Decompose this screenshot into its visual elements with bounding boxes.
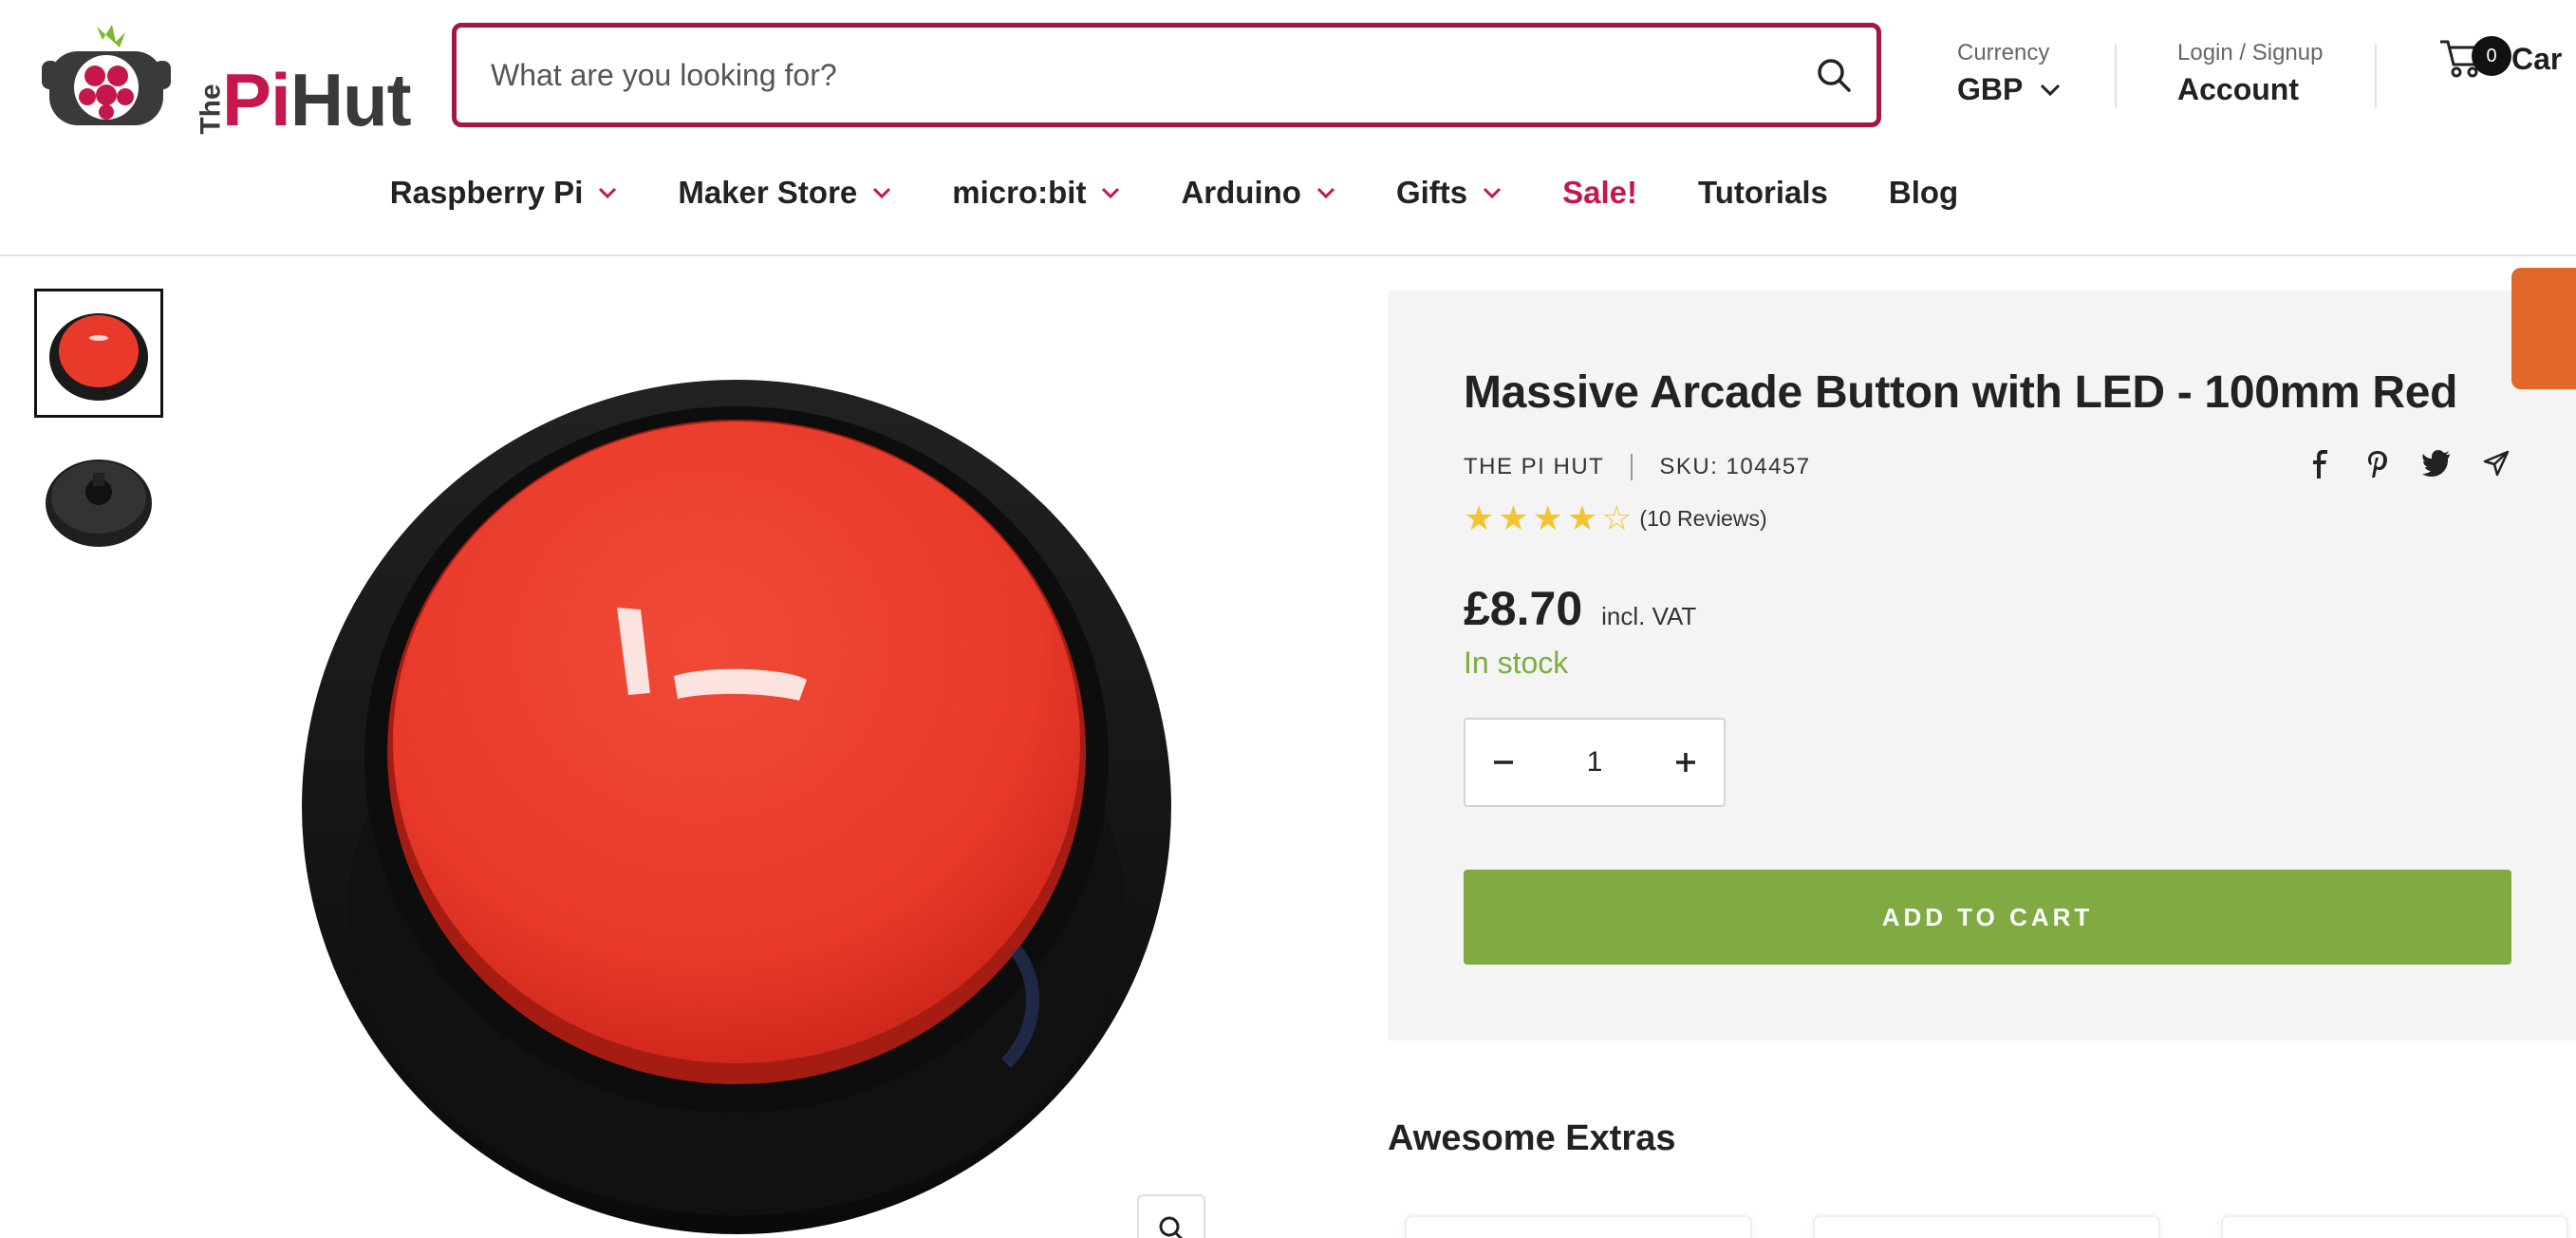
- chevron-down-icon: [873, 187, 891, 198]
- product-rating[interactable]: ★ ★ ★ ★ ☆ (10 Reviews): [1464, 501, 1767, 535]
- currency-value: GBP: [1957, 72, 2024, 106]
- extras-card[interactable]: [2221, 1215, 2568, 1238]
- product-thumbnail-1[interactable]: [34, 289, 163, 418]
- arcade-button-image: [302, 380, 1171, 1234]
- site-logo[interactable]: The PiHut: [42, 19, 412, 141]
- currency-selector[interactable]: Currency GBP: [1957, 40, 2061, 107]
- chevron-down-icon: [2041, 84, 2061, 96]
- nav-item-label: Blog: [1888, 175, 1959, 210]
- product-main-image[interactable]: [275, 342, 1224, 1238]
- nav-item-blog[interactable]: Blog: [1889, 159, 1958, 226]
- chevron-down-icon: [1102, 187, 1120, 198]
- main-nav: Raspberry Pi Maker Store micro:bit Arduino G…: [0, 159, 2576, 226]
- nav-item-label: Raspberry Pi: [389, 175, 584, 210]
- nav-item-sale[interactable]: Sale!: [1562, 159, 1637, 226]
- share-buttons: [2308, 450, 2510, 478]
- product-thumbnail-2[interactable]: [34, 433, 163, 562]
- send-icon[interactable]: [2483, 450, 2510, 477]
- product-title: Massive Arcade Button with LED - 100mm R…: [1464, 367, 2458, 418]
- add-to-cart-button[interactable]: ADD TO CART: [1464, 870, 2511, 965]
- product-vendor[interactable]: THE PI HUT: [1464, 454, 1604, 480]
- meta-separator: [1631, 454, 1633, 480]
- logo-wordmark: PiHut: [222, 57, 412, 143]
- nav-item-label: Maker Store: [678, 175, 858, 210]
- awesome-extras-heading: Awesome Extras: [1388, 1118, 1676, 1158]
- nav-item-gifts[interactable]: Gifts: [1396, 159, 1502, 226]
- header-divider: [2375, 44, 2377, 108]
- nav-item-label: micro:bit: [952, 175, 1087, 210]
- star-full-icon: ★: [1566, 498, 1598, 537]
- nav-item-arduino[interactable]: Arduino: [1181, 159, 1335, 226]
- nav-item-label: Sale!: [1562, 175, 1637, 210]
- vat-label: incl. VAT: [1601, 602, 1697, 630]
- product-price: £8.70: [1464, 582, 1583, 635]
- account-link[interactable]: Login / Signup Account: [2177, 40, 2323, 107]
- plus-icon[interactable]: [1674, 751, 1697, 774]
- cart-link[interactable]: 0 Car: [2437, 32, 2562, 80]
- product-thumbnail-image: [49, 313, 148, 401]
- minus-icon[interactable]: [1492, 751, 1515, 774]
- zoom-icon: [1159, 1216, 1184, 1238]
- currency-value-row: GBP: [1957, 72, 2061, 107]
- quantity-stepper: 1: [1464, 718, 1726, 807]
- search-icon: [1818, 59, 1851, 92]
- star-full-icon: ★: [1464, 498, 1495, 537]
- raspberry-logo-icon: [42, 25, 171, 125]
- product-sku: SKU: 104457: [1659, 454, 1811, 479]
- facebook-icon[interactable]: [2308, 450, 2333, 478]
- cart-count-badge: 0: [2472, 36, 2511, 76]
- extras-card[interactable]: [1405, 1215, 1752, 1238]
- chevron-down-icon: [599, 187, 617, 198]
- nav-item-micro-bit[interactable]: micro:bit: [952, 159, 1120, 226]
- account-label: Login / Signup: [2177, 40, 2324, 66]
- quantity-value[interactable]: 1: [1587, 746, 1603, 778]
- product-info-panel: Massive Arcade Button with LED - 100mm R…: [1388, 291, 2576, 1041]
- currency-label: Currency: [1957, 40, 2050, 66]
- stock-status: In stock: [1464, 646, 1569, 680]
- nav-item-raspberry-pi[interactable]: Raspberry Pi: [390, 159, 618, 226]
- star-full-icon: ★: [1498, 498, 1529, 537]
- twitter-icon[interactable]: [2422, 450, 2451, 477]
- site-header: The PiHut Currency GBP Login / Signup Ac…: [0, 0, 2576, 256]
- star-full-icon: ★: [1532, 498, 1563, 537]
- search-bar: [452, 23, 1881, 127]
- logo-pi-text: Pi: [222, 58, 291, 141]
- account-value: Account: [2177, 72, 2299, 106]
- nav-item-label: Tutorials: [1697, 175, 1828, 210]
- nav-item-tutorials[interactable]: Tutorials: [1698, 159, 1828, 226]
- product-thumbnail-image: [46, 460, 152, 547]
- star-empty-icon: ☆: [1601, 498, 1633, 537]
- logo-hut-text: Hut: [289, 58, 412, 141]
- search-input[interactable]: [457, 28, 1791, 122]
- nav-item-label: Arduino: [1181, 175, 1301, 210]
- price-row: £8.70 incl. VAT: [1464, 581, 1696, 636]
- extras-card[interactable]: [1813, 1215, 2160, 1238]
- nav-item-label: Gifts: [1395, 175, 1468, 210]
- product-meta: THE PI HUT SKU: 104457: [1464, 454, 1811, 480]
- pinterest-icon[interactable]: [2365, 450, 2390, 478]
- rating-stars: ★ ★ ★ ★ ☆: [1464, 501, 1632, 535]
- chevron-down-icon: [1484, 187, 1502, 198]
- cart-label: Car: [2511, 41, 2563, 76]
- reviews-count: (10 Reviews): [1639, 505, 1767, 531]
- header-divider: [2115, 44, 2117, 108]
- nav-item-maker-store[interactable]: Maker Store: [678, 159, 891, 226]
- chevron-down-icon: [1316, 187, 1335, 198]
- side-rewards-tab[interactable]: [2511, 268, 2576, 389]
- search-button[interactable]: [1791, 28, 1876, 122]
- zoom-button[interactable]: [1137, 1194, 1205, 1238]
